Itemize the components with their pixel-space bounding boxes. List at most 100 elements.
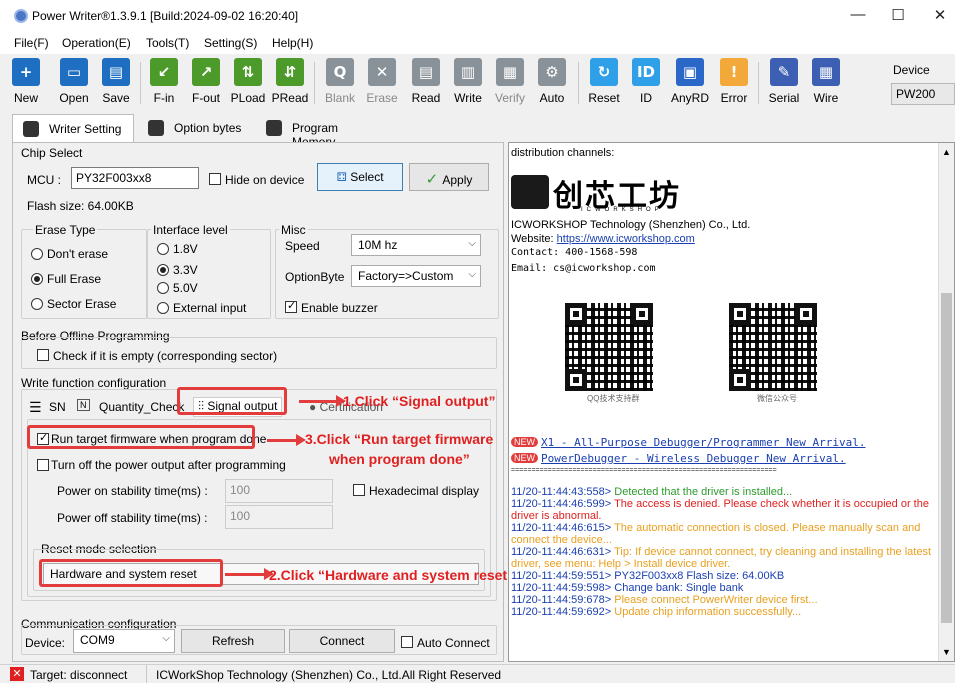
website-link[interactable]: https://www.icworkshop.com — [557, 233, 695, 245]
enable-buzzer-checkbox[interactable] — [285, 299, 297, 313]
radio-5v0[interactable] — [157, 282, 169, 294]
wire-icon: ▦ — [812, 58, 840, 86]
arrow-run-target — [267, 434, 306, 446]
radio-dont-erase[interactable] — [31, 248, 43, 260]
radio-full-erase-label: Full Erase — [47, 272, 102, 286]
refresh-button[interactable]: Refresh — [181, 629, 285, 653]
power-off-field[interactable]: 100 — [225, 505, 333, 529]
highlight-reset-mode — [39, 559, 223, 587]
qr1-caption: QQ技术支持群 — [587, 394, 640, 403]
icworkshop-logo-icon — [511, 175, 549, 209]
auto-icon: ⚙ — [538, 58, 566, 86]
mcu-label: MCU : — [27, 173, 61, 187]
distribution-text: distribution channels: — [511, 147, 615, 159]
writer-setting-panel: Chip Select MCU : PY32F003xx8 Hide on de… — [12, 142, 514, 662]
wire-button[interactable]: ▦ Wire — [806, 58, 846, 110]
write-func-legend: Write function configuration — [21, 376, 167, 390]
arrow-reset-mode — [225, 568, 274, 580]
new-button[interactable]: + New — [6, 58, 46, 110]
menu-tools[interactable]: Tools(T) — [146, 36, 189, 50]
tab-writer-setting[interactable]: Writer Setting — [12, 114, 134, 142]
log-entry: 11/20-11:44:59:598> Change bank: Single … — [511, 582, 744, 594]
menu-operation[interactable]: Operation(E) — [62, 36, 131, 50]
status-bar: ✕ Target: disconnect ICWorkShop Technolo… — [0, 664, 955, 683]
check-empty-checkbox[interactable] — [37, 349, 49, 361]
power-on-label: Power on stability time(ms) : — [57, 484, 208, 498]
write-button[interactable]: ▥ Write — [448, 58, 488, 110]
pread-button[interactable]: ⇵ PRead — [270, 58, 310, 110]
power-off-label: Power off stability time(ms) : — [57, 511, 208, 525]
radio-sector-erase[interactable] — [31, 298, 43, 310]
radio-5v0-label: 5.0V — [173, 281, 198, 295]
program-load-icon: ⇅ — [234, 58, 262, 86]
radio-1v8-label: 1.8V — [173, 242, 198, 256]
file-in-button[interactable]: ↙ F-in — [144, 58, 184, 110]
blank-button[interactable]: Q Blank — [320, 58, 360, 110]
scroll-thumb[interactable] — [941, 293, 952, 623]
turn-off-power-checkbox[interactable] — [37, 459, 49, 471]
erase-button[interactable]: ✕ Erase — [362, 58, 402, 110]
pload-button[interactable]: ⇅ PLoad — [228, 58, 268, 110]
file-out-icon: ↗ — [192, 58, 220, 86]
radio-dont-erase-label: Don't erase — [47, 247, 108, 261]
reset-button[interactable]: ↻ Reset — [584, 58, 624, 110]
interface-level-legend: Interface level — [151, 223, 230, 237]
id-button[interactable]: ID ID — [626, 58, 666, 110]
radio-full-erase[interactable] — [31, 273, 43, 285]
tab-program-memory[interactable]: Program Memory — [256, 114, 386, 149]
menu-setting[interactable]: Setting(S) — [204, 36, 257, 50]
anyrd-button[interactable]: ▣ AnyRD — [670, 58, 710, 110]
connect-button[interactable]: Connect — [289, 629, 395, 653]
optionbyte-select[interactable]: Factory=>Custom ⌵ — [351, 265, 481, 287]
subtab-sn[interactable]: SN — [49, 400, 66, 414]
hex-display-label: Hexadecimal display — [369, 484, 480, 498]
verify-button[interactable]: ▦ Verify — [490, 58, 530, 110]
device-select[interactable]: PW200 — [891, 83, 955, 105]
save-button[interactable]: ▤ Save — [96, 58, 136, 110]
error-button[interactable]: ! Error — [714, 58, 754, 110]
scroll-down-icon[interactable]: ▼ — [942, 647, 951, 657]
auto-button[interactable]: ⚙ Auto — [532, 58, 572, 110]
tab-option-bytes[interactable]: Option bytes — [138, 114, 254, 142]
option-bytes-icon — [148, 120, 164, 136]
menu-help[interactable]: Help(H) — [272, 36, 313, 50]
log-entry: 11/20-11:44:43:558> Detected that the dr… — [511, 486, 793, 498]
chip-select-legend: Chip Select — [21, 146, 83, 160]
auto-connect-checkbox[interactable] — [401, 636, 413, 648]
radio-external-input[interactable] — [157, 302, 169, 314]
menu-file[interactable]: File(F) — [14, 36, 49, 50]
maximize-icon[interactable]: ☐ — [888, 6, 908, 24]
hide-on-device-checkbox[interactable] — [209, 173, 221, 185]
close-icon[interactable]: ✕ — [930, 6, 950, 24]
toolbar: + New ▭ Open ▤ Save ↙ F-in ↗ F-out ⇅ PLoad ⇵ PR… — [0, 54, 955, 114]
news-link-powerdebugger[interactable]: PowerDebugger - Wireless Debugger New Ar… — [541, 452, 846, 465]
news-link-x1[interactable]: X1 - All-Purpose Debugger/Programmer New… — [541, 436, 866, 449]
window-title: Power Writer®1.3.9.1 [Build:2024-09-02 1… — [32, 9, 299, 23]
contact-text: Contact: 400-1568-598 — [511, 247, 638, 258]
disconnect-icon: ✕ — [10, 667, 24, 681]
read-button[interactable]: ▤ Read — [406, 58, 446, 110]
comm-device-select[interactable]: COM9 ⌵ — [73, 629, 175, 653]
save-icon: ▤ — [102, 58, 130, 86]
optionbyte-label: OptionByte — [285, 270, 345, 284]
apply-button[interactable]: ✓ Apply — [409, 163, 489, 191]
power-on-field[interactable]: 100 — [225, 479, 333, 503]
subtab-quantity-check[interactable]: Quantity_Check — [99, 400, 184, 414]
select-button[interactable]: ⚃ Select — [317, 163, 403, 191]
log-scrollbar[interactable]: ▲ ▼ — [938, 143, 954, 661]
scroll-up-icon[interactable]: ▲ — [942, 147, 951, 157]
open-button[interactable]: ▭ Open — [54, 58, 94, 110]
radio-3v3[interactable] — [157, 264, 169, 276]
hex-display-checkbox[interactable] — [353, 484, 365, 496]
file-out-button[interactable]: ↗ F-out — [186, 58, 226, 110]
log-entry: 11/20-11:44:46:615> The automatic connec… — [511, 522, 921, 546]
mcu-field[interactable]: PY32F003xx8 — [71, 167, 199, 189]
serial-button[interactable]: ✎ Serial — [764, 58, 804, 110]
speed-select[interactable]: 10M hz ⌵ — [351, 234, 481, 256]
device-label: Device — [893, 63, 930, 77]
email-text: Email: cs@icworkshop.com — [511, 263, 656, 274]
info-log-panel: distribution channels: 创芯工坊 ICWORKSHOP I… — [508, 142, 955, 662]
error-icon: ! — [720, 58, 748, 86]
radio-1v8[interactable] — [157, 243, 169, 255]
minimize-icon[interactable]: — — [848, 6, 868, 23]
